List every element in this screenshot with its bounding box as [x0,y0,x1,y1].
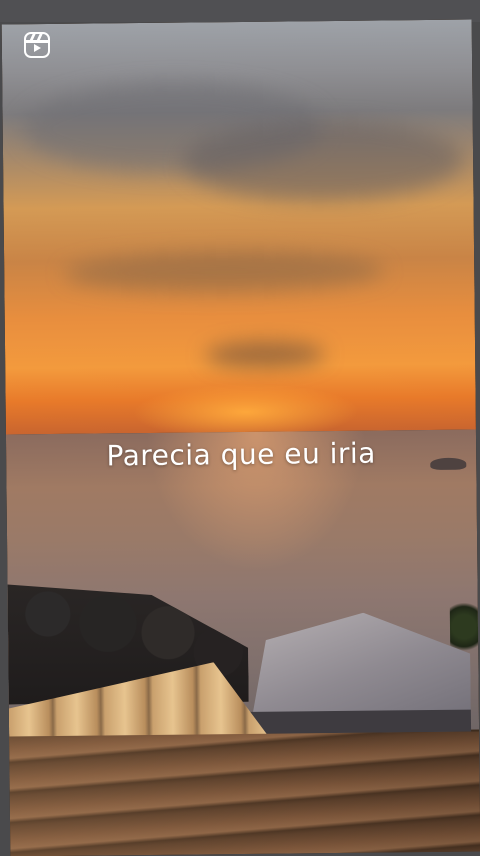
story-caption: Parecia que eu iria [106,436,377,473]
tent-base [248,709,472,734]
top-band [0,0,480,22]
play-icon [34,44,41,52]
deck-shine [9,731,480,856]
story-frame[interactable]: Parecia que eu iria [1,19,480,856]
sky [1,19,476,435]
reels-icon-slash [36,34,43,41]
reels-icon-slash [29,34,36,41]
reels-icon[interactable] [24,32,50,58]
